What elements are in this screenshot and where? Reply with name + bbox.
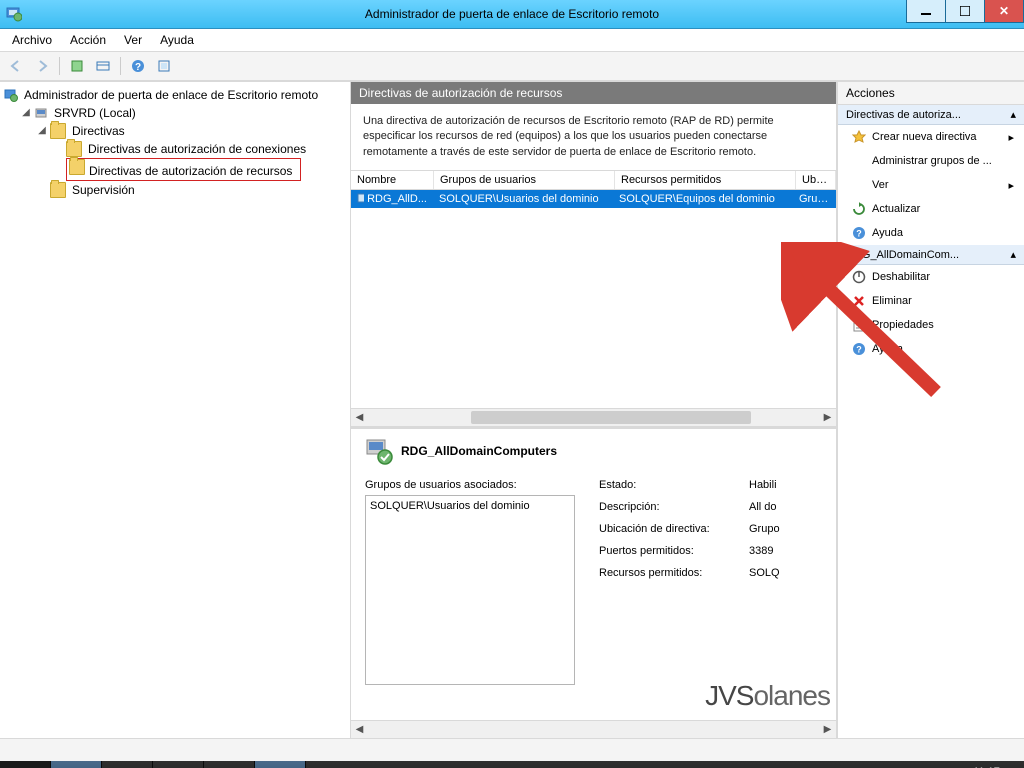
scroll-left-icon: ◀ [351,721,368,738]
actions-group-selection[interactable]: RDG_AllDomainCom...▴ [838,245,1024,265]
minimize-button[interactable] [906,0,945,23]
col-nombre[interactable]: Nombre [351,171,434,189]
group-label: Grupos de usuarios asociados: [365,479,575,491]
prop-estado-value: Habili [749,479,777,491]
scroll-thumb [471,411,751,424]
main-description: Una directiva de autorización de recurso… [351,104,836,171]
prop-ubic-label: Ubicación de directiva: [599,523,749,535]
action-administrar-grupos[interactable]: Administrar grupos de ... [838,149,1024,173]
delete-icon [852,294,866,308]
tree-server[interactable]: ◢ SRVRD (Local) [20,104,348,122]
tree-dir-recursos[interactable]: Directivas de autorización de recursos [52,158,348,181]
tree-root[interactable]: Administrador de puerta de enlace de Esc… [4,86,348,104]
prop-puertos-value: 3389 [749,545,773,557]
svg-text:?: ? [135,62,141,73]
tree-supervision[interactable]: Supervisión [36,181,348,199]
actions-pane: Acciones Directivas de autoriza...▴ Crea… [837,82,1024,738]
hscrollbar[interactable]: ◀ ▶ [351,408,836,426]
main-pane: Directivas de autorización de recursos U… [351,82,837,738]
policy-large-icon [365,437,393,465]
menubar: Archivo Acción Ver Ayuda [0,29,1024,52]
disable-icon [852,270,866,284]
task-explorer[interactable] [153,761,204,768]
prop-desc-label: Descripción: [599,501,749,513]
scroll-left-icon: ◀ [351,409,368,426]
titlebar: Administrador de puerta de enlace de Esc… [0,0,1024,29]
action-ver[interactable]: Ver▸ [838,173,1024,197]
watermark-logo: JVSolanes [705,680,830,712]
help-icon: ? [852,226,866,240]
app-icon [6,6,22,22]
tool-view-button[interactable] [91,54,115,78]
refresh-icon [852,202,866,216]
group-listbox[interactable]: SOLQUER\Usuarios del dominio [365,495,575,685]
nav-back-button [4,54,28,78]
action-propiedades[interactable]: Propiedades [838,313,1024,337]
tree-directivas[interactable]: ◢Directivas [36,122,348,140]
table-row[interactable]: RDG_AllD... SOLQUER\Usuarios del dominio… [351,190,836,208]
task-rd-gateway[interactable] [255,761,306,768]
properties-icon [852,318,866,332]
prop-puertos-label: Puertos permitidos: [599,545,749,557]
window-title: Administrador de puerta de enlace de Esc… [365,7,659,21]
collapse-icon: ▴ [1010,108,1016,121]
svg-text:?: ? [856,345,862,355]
policy-icon [357,192,364,206]
action-eliminar[interactable]: Eliminar [838,289,1024,313]
help-icon: ? [852,342,866,356]
detail-area: RDG_AllDomainComputers Grupos de usuario… [351,426,836,720]
main-header: Directivas de autorización de recursos [351,82,836,104]
taskbar: 11:17 28/02/2015 [0,761,1024,768]
menu-archivo[interactable]: Archivo [4,31,60,49]
scroll-right-icon: ▶ [819,721,836,738]
task-server[interactable] [204,761,255,768]
prop-recursos-label: Recursos permitidos: [599,567,749,579]
tree-pane: Administrador de puerta de enlace de Esc… [0,82,351,738]
tool-refresh-button[interactable] [152,54,176,78]
actions-header: Acciones [838,82,1024,105]
close-button[interactable]: ✕ [984,0,1024,23]
task-powershell[interactable] [102,761,153,768]
detail-hscrollbar[interactable]: ◀ ▶ [351,720,836,738]
tool-help-button[interactable]: ? [126,54,150,78]
menu-ayuda[interactable]: Ayuda [152,31,202,49]
action-deshabilitar[interactable]: Deshabilitar [838,265,1024,289]
toolbar: ? [0,52,1024,81]
nav-forward-button [30,54,54,78]
tool-new-button[interactable] [65,54,89,78]
list-header: Nombre Grupos de usuarios Recursos permi… [351,171,836,190]
new-star-icon [852,130,866,144]
list-area: RDG_AllD... SOLQUER\Usuarios del dominio… [351,190,836,408]
menu-ver[interactable]: Ver [116,31,150,49]
maximize-button[interactable] [945,0,984,23]
folder-icon [66,141,82,157]
svg-text:?: ? [856,229,862,239]
col-grupos[interactable]: Grupos de usuarios [434,171,615,189]
prop-recursos-value: SOLQ [749,567,780,579]
task-server-manager[interactable] [51,761,102,768]
scroll-right-icon: ▶ [819,409,836,426]
folder-icon [69,159,85,175]
action-ayuda2[interactable]: ? Ayuda [838,337,1024,361]
list-item[interactable]: SOLQUER\Usuarios del dominio [370,500,570,512]
statusbar [0,738,1024,761]
col-ubicacion[interactable]: Ubicación de [796,171,836,189]
action-crear-directiva[interactable]: Crear nueva directiva▸ [838,125,1024,149]
prop-desc-value: All do [749,501,777,513]
start-button[interactable] [0,761,51,768]
folder-icon [50,182,66,198]
prop-ubic-value: Grupo [749,523,780,535]
action-ayuda[interactable]: ? Ayuda [838,221,1024,245]
collapse-icon: ▴ [1010,248,1016,261]
action-actualizar[interactable]: Actualizar [838,197,1024,221]
col-recursos[interactable]: Recursos permitidos [615,171,796,189]
menu-accion[interactable]: Acción [62,31,114,49]
detail-title: RDG_AllDomainComputers [401,444,557,458]
actions-group-directivas[interactable]: Directivas de autoriza...▴ [838,105,1024,125]
tree-dir-conexiones[interactable]: Directivas de autorización de conexiones [52,140,348,158]
folder-icon [50,123,66,139]
prop-estado-label: Estado: [599,479,749,491]
